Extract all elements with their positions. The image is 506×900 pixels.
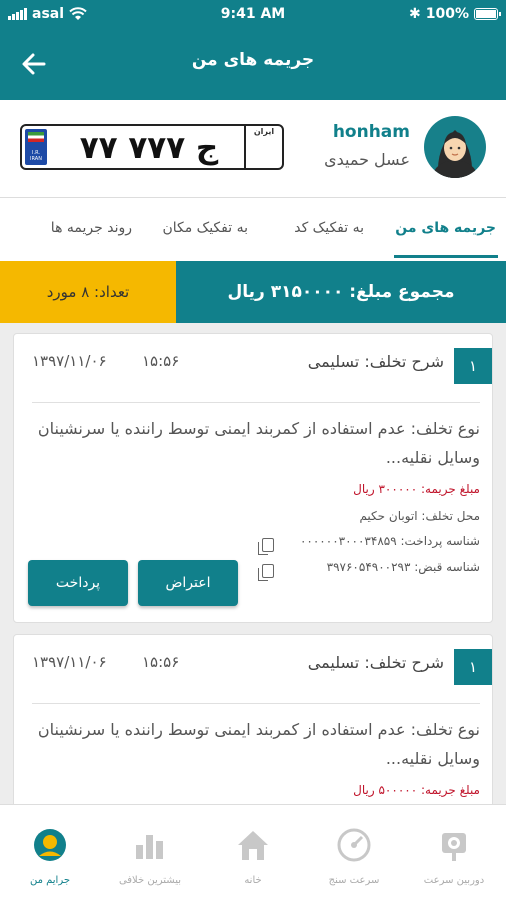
objection-button[interactable]: اعتراض <box>138 560 238 606</box>
fine-index: ۱ <box>454 348 492 384</box>
fine-amount: مبلغ جریمه: ۵۰۰۰۰۰ ریال <box>353 783 480 797</box>
violation-description: شرح تخلف: تسلیمی <box>307 352 444 371</box>
fines-count: تعداد: ۸ مورد <box>0 261 176 323</box>
violation-location: محل تخلف: اتوبان حکیم <box>359 509 480 523</box>
bluetooth-icon: ✱ <box>409 6 421 22</box>
page-title: جریمه های من <box>191 50 315 70</box>
copy-bill-id-icon[interactable] <box>258 564 274 581</box>
fine-time: ۱۵:۵۶ <box>142 653 180 671</box>
tab-my-fines[interactable]: جریمه های من <box>395 220 496 236</box>
tab-by-location[interactable]: به تفکیک مکان <box>162 220 248 236</box>
fine-time: ۱۵:۵۶ <box>142 352 180 370</box>
license-plate[interactable]: I.R. IRAN ۷۷ ج ۷۷۷ ایران <box>20 124 284 170</box>
user-avatar-icon <box>432 130 478 178</box>
fine-date: ۱۳۹۷/۱۱/۰۶ <box>32 352 107 370</box>
speedometer-icon <box>337 828 371 862</box>
nav-label: دوربین سرعت <box>423 875 485 886</box>
nav-speedometer[interactable]: سرعت سنج <box>304 827 404 886</box>
nav-my-fines[interactable]: جرایم من <box>0 827 100 886</box>
payment-id: شناسه پرداخت: ۰۰۰۰۰۰۳۰۰۰۳۴۸۵۹ <box>299 534 480 548</box>
nav-label: بیشترین خلافی <box>118 875 182 886</box>
speed-camera-icon <box>442 833 466 861</box>
battery-icon <box>474 8 501 20</box>
status-bar: asal 9:41 AM ✱ 100% <box>0 0 506 28</box>
violation-type: نوع تخلف: عدم استفاده از کمربند ایمنی تو… <box>37 720 480 768</box>
nav-most-violations[interactable]: بیشترین خلافی <box>100 827 200 886</box>
nav-speed-camera[interactable]: دوربین سرعت <box>404 827 504 886</box>
home-icon <box>238 831 268 860</box>
tab-fines-trend[interactable]: روند جریمه ها <box>51 220 132 236</box>
bill-id: شناسه قبض: ۳۹۷۶۰۵۴۹۰۰۲۹۳ <box>326 560 480 574</box>
nav-label: جرایم من <box>29 875 71 886</box>
plate-number: ۷۷ ج ۷۷۷ <box>79 130 219 166</box>
profile-section: I.R. IRAN ۷۷ ج ۷۷۷ ایران honham عسل حمید… <box>0 100 506 197</box>
violation-description: شرح تخلف: تسلیمی <box>307 653 444 672</box>
active-tab-indicator <box>394 255 498 258</box>
user-icon <box>34 829 66 861</box>
avatar[interactable] <box>424 116 486 178</box>
fine-amount: مبلغ جریمه: ۳۰۰۰۰۰ ریال <box>353 482 480 496</box>
battery-label: 100% <box>425 6 469 22</box>
fine-card: ۱ شرح تخلف: تسلیمی ۱۵:۵۶ ۱۳۹۷/۱۱/۰۶ نوع … <box>13 333 493 623</box>
username: honham <box>332 122 410 142</box>
nav-label: خانه <box>244 875 262 886</box>
plate-flag-code: I.R. IRAN <box>30 150 42 162</box>
pay-button[interactable]: پرداخت <box>28 560 128 606</box>
fines-total-amount: مجموع مبلغ: ۳۱۵۰۰۰۰ ریال <box>176 261 506 323</box>
summary-bar: تعداد: ۸ مورد مجموع مبلغ: ۳۱۵۰۰۰۰ ریال <box>0 261 506 323</box>
nav-home[interactable]: خانه <box>203 827 303 886</box>
bottom-nav: جرایم من بیشترین خلافی خانه سرعت سنج دور… <box>0 804 506 900</box>
bar-chart-icon <box>136 835 163 859</box>
nav-label: سرعت سنج <box>328 875 380 886</box>
user-full-name: عسل حمیدی <box>324 150 410 169</box>
fine-index: ۱ <box>454 649 492 685</box>
violation-type: نوع تخلف: عدم استفاده از کمربند ایمنی تو… <box>37 419 480 467</box>
tab-by-code[interactable]: به تفکیک کد <box>294 220 364 236</box>
tab-bar: جریمه های من به تفکیک کد به تفکیک مکان ر… <box>0 197 506 261</box>
plate-iran-label: ایران <box>253 127 275 136</box>
iran-flag-icon: I.R. IRAN <box>25 129 47 165</box>
app-header: جریمه های من <box>0 28 506 100</box>
copy-payment-id-icon[interactable] <box>258 538 274 555</box>
fine-date: ۱۳۹۷/۱۱/۰۶ <box>32 653 107 671</box>
